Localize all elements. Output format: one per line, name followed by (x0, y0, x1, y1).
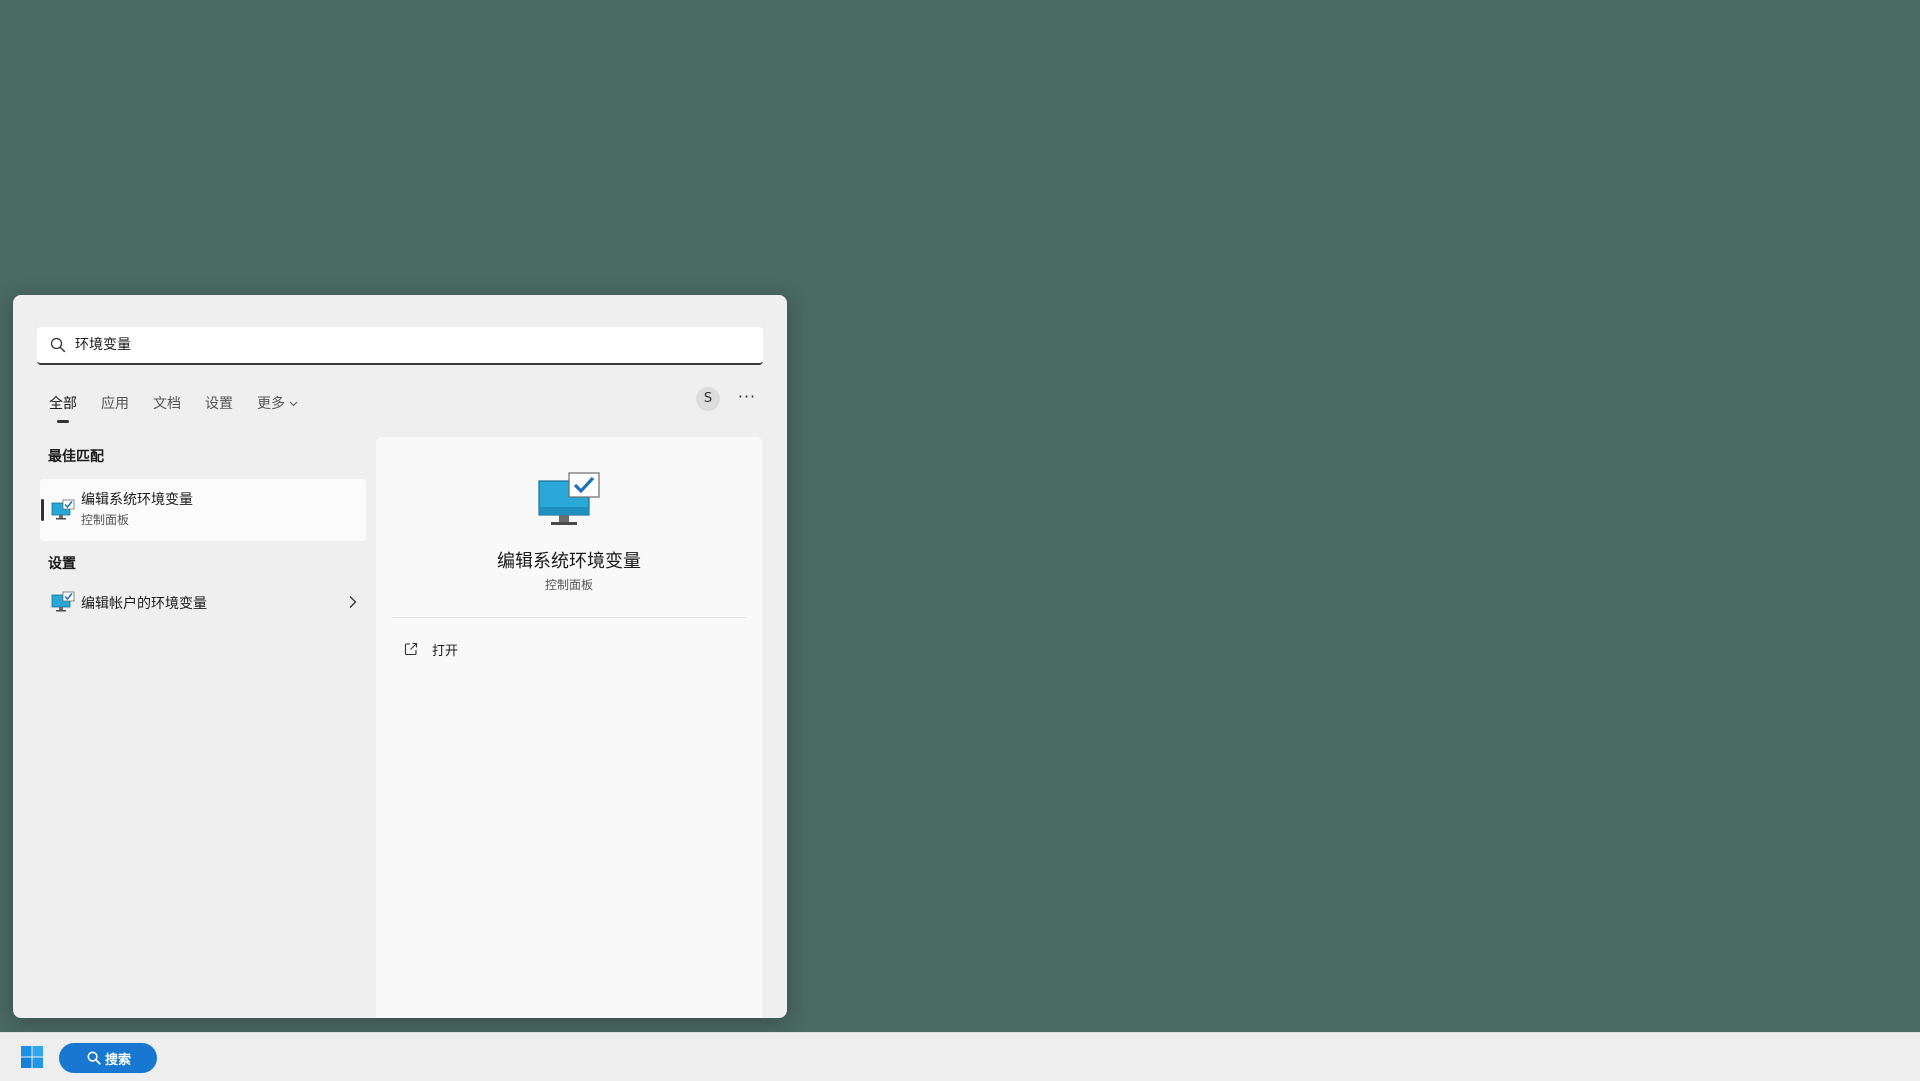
system-properties-icon (51, 591, 75, 612)
tab-settings[interactable]: 设置 (205, 393, 233, 413)
chevron-down-icon (289, 401, 298, 407)
settings-result-title: 编辑帐户的环境变量 (81, 596, 207, 612)
settings-heading: 设置 (48, 556, 76, 572)
settings-result[interactable]: 编辑帐户的环境变量 (40, 582, 366, 622)
tab-more[interactable]: 更多 (257, 393, 298, 413)
more-options-button[interactable]: ··· (735, 387, 759, 411)
tab-apps[interactable]: 应用 (101, 393, 129, 413)
detail-subtitle: 控制面板 (544, 578, 593, 592)
open-external-icon (404, 642, 418, 656)
tab-documents[interactable]: 文档 (153, 393, 181, 413)
windows-start-icon[interactable] (20, 1045, 44, 1069)
detail-divider (392, 617, 746, 618)
best-match-title: 编辑系统环境变量 (81, 492, 193, 508)
tab-all[interactable]: 全部 (49, 393, 77, 423)
filter-tabs: 全部 应用 文档 设置 更多 (49, 390, 322, 423)
best-match-heading: 最佳匹配 (48, 449, 104, 465)
search-panel: 全部 应用 文档 设置 更多 S ··· 最佳匹配 编辑系统环境变量 控制面板 … (13, 295, 787, 1018)
detail-title: 编辑系统环境变量 (497, 551, 641, 572)
best-match-subtitle: 控制面板 (81, 513, 130, 527)
open-button[interactable]: 打开 (392, 631, 746, 667)
selection-indicator (41, 499, 44, 521)
tab-more-label: 更多 (257, 396, 285, 412)
best-match-result[interactable]: 编辑系统环境变量 控制面板 (40, 479, 366, 541)
search-icon (87, 1051, 101, 1065)
taskbar: 搜索 (0, 1032, 1920, 1081)
system-properties-icon (51, 499, 75, 520)
detail-pane: 编辑系统环境变量 控制面板 打开 (376, 437, 762, 1018)
taskbar-search-label: 搜索 (105, 1053, 132, 1068)
search-input[interactable] (75, 327, 735, 361)
system-properties-large-icon (538, 472, 600, 525)
search-icon (50, 337, 66, 353)
open-label: 打开 (432, 644, 459, 659)
avatar[interactable]: S (696, 387, 720, 411)
chevron-right-icon (349, 596, 357, 608)
taskbar-search-button[interactable]: 搜索 (59, 1043, 157, 1073)
search-box[interactable] (37, 327, 763, 365)
